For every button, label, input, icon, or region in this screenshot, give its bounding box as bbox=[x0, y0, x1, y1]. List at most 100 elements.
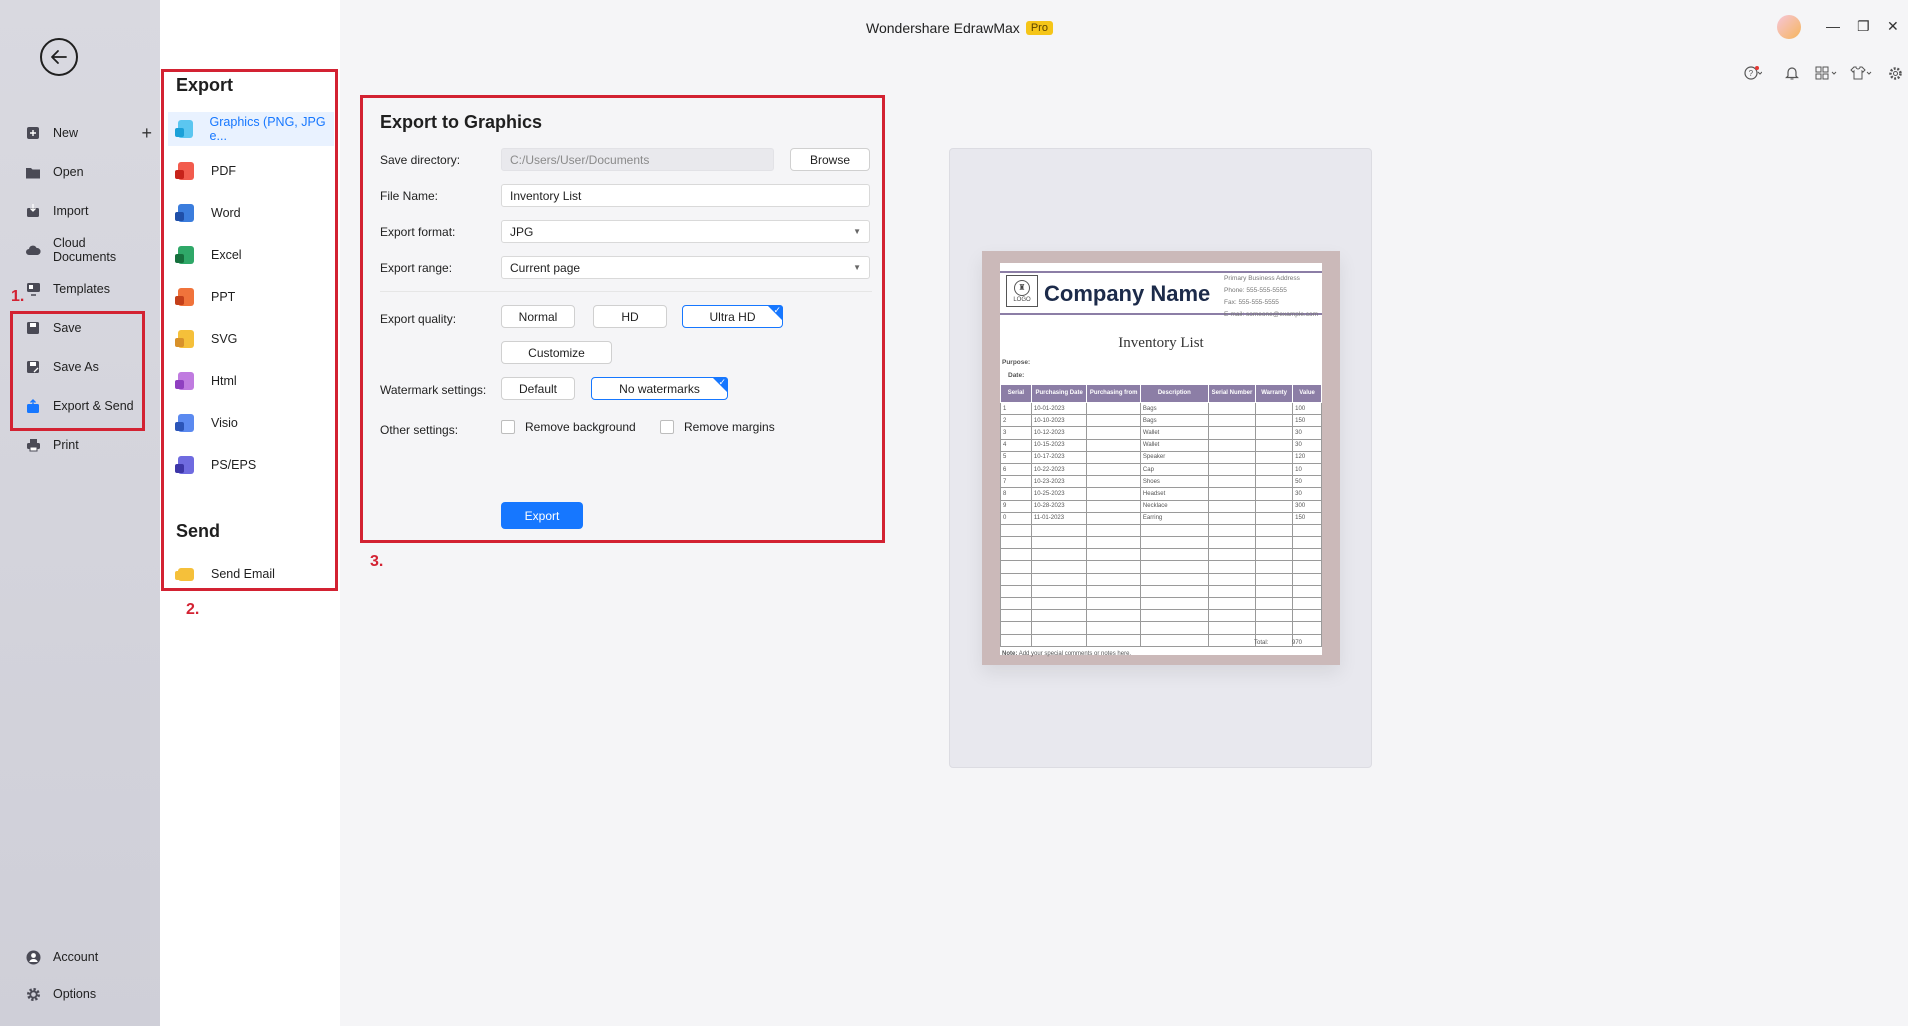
table-cell bbox=[1030, 536, 1088, 550]
table-cell: 10-10-2023 bbox=[1030, 414, 1088, 428]
table-cell bbox=[1086, 609, 1141, 623]
table-cell bbox=[1255, 572, 1294, 586]
table-cell bbox=[1086, 548, 1141, 562]
logo-mark-icon: ♜ bbox=[1014, 279, 1030, 296]
table-header-cell: Purchasing Date bbox=[1030, 384, 1088, 403]
table-cell bbox=[1030, 584, 1088, 599]
table-cell: 10-17-2023 bbox=[1030, 450, 1088, 464]
table-cell: 10 bbox=[1292, 462, 1322, 477]
table-cell bbox=[1139, 633, 1209, 647]
table-cell bbox=[1000, 584, 1032, 599]
table-cell bbox=[1255, 523, 1294, 538]
table-cell: 11-01-2023 bbox=[1030, 511, 1088, 525]
avatar[interactable] bbox=[1777, 15, 1801, 39]
table-cell: 8 bbox=[1000, 487, 1032, 501]
table-cell bbox=[1255, 414, 1294, 428]
table-cell bbox=[1207, 499, 1257, 513]
close-icon[interactable]: ✕ bbox=[1887, 18, 1899, 35]
table-cell bbox=[1086, 523, 1141, 538]
table-cell bbox=[1086, 584, 1141, 599]
nav-item-label: Import bbox=[53, 204, 89, 218]
table-cell bbox=[1086, 596, 1141, 611]
cloud-icon bbox=[24, 241, 42, 259]
nav-item-new[interactable]: New + bbox=[24, 120, 152, 146]
help-icon[interactable]: ? bbox=[1743, 64, 1763, 82]
new-plus-icon[interactable]: + bbox=[141, 123, 152, 144]
table-cell bbox=[1000, 572, 1032, 586]
table-cell bbox=[1207, 536, 1257, 550]
table-cell: 150 bbox=[1292, 414, 1322, 428]
table-cell bbox=[1292, 572, 1322, 586]
table-cell bbox=[1030, 548, 1088, 562]
check-icon: ✓ bbox=[718, 377, 726, 387]
table-cell bbox=[1030, 596, 1088, 611]
table-cell bbox=[1255, 499, 1294, 513]
preview-page: ♜ LOGO Company Name Primary Business Add… bbox=[982, 251, 1340, 665]
table-cell bbox=[1255, 584, 1294, 599]
settings-icon[interactable] bbox=[1885, 64, 1905, 82]
table-cell: 0 bbox=[1000, 511, 1032, 525]
table-cell bbox=[1207, 487, 1257, 501]
table-cell bbox=[1255, 487, 1294, 501]
table-header-cell: Purchasing from bbox=[1086, 384, 1141, 403]
table-cell bbox=[1086, 572, 1141, 586]
table-cell bbox=[1255, 609, 1294, 623]
annotation-number-2: 2. bbox=[186, 601, 200, 618]
table-cell: 10-23-2023 bbox=[1030, 475, 1088, 489]
annotation-box-1 bbox=[10, 311, 145, 431]
nav-item-label: Open bbox=[53, 165, 84, 179]
nav-item-account[interactable]: Account bbox=[24, 944, 152, 970]
apps-grid-icon[interactable] bbox=[1814, 64, 1840, 82]
shirt-icon[interactable] bbox=[1849, 64, 1875, 82]
nav-item-templates[interactable]: Templates bbox=[24, 276, 152, 302]
restore-icon[interactable]: ❐ bbox=[1857, 18, 1870, 35]
gear-icon bbox=[24, 985, 42, 1003]
table-row-empty bbox=[1000, 596, 1322, 611]
table-cell bbox=[1207, 572, 1257, 586]
table-cell bbox=[1292, 560, 1322, 574]
table-cell bbox=[1000, 560, 1032, 574]
nav-item-options[interactable]: Options bbox=[24, 981, 152, 1007]
left-navigation: New + Open Import Cloud Documents Templa… bbox=[0, 0, 160, 1026]
table-cell: 9 bbox=[1000, 499, 1032, 513]
check-icon: ✓ bbox=[773, 305, 781, 315]
table-row: 1 10-01-2023 Bags 100 bbox=[1000, 401, 1322, 416]
annotation-number-3: 3. bbox=[370, 553, 384, 570]
table-cell: Headset bbox=[1139, 487, 1209, 501]
inventory-document: ♜ LOGO Company Name Primary Business Add… bbox=[1000, 263, 1322, 657]
nav-item-label: Options bbox=[53, 987, 97, 1001]
table-cell bbox=[1086, 560, 1141, 574]
table-cell bbox=[1255, 426, 1294, 440]
table-cell bbox=[1030, 572, 1088, 586]
bell-icon[interactable] bbox=[1782, 64, 1802, 82]
table-cell bbox=[1207, 621, 1257, 635]
table-cell: 150 bbox=[1292, 511, 1322, 525]
table-cell bbox=[1292, 596, 1322, 611]
back-button[interactable] bbox=[40, 38, 78, 76]
table-cell: Necklace bbox=[1139, 499, 1209, 513]
table-cell bbox=[1255, 462, 1294, 477]
document-title: Inventory List bbox=[1118, 335, 1204, 351]
nav-item-import[interactable]: Import bbox=[24, 198, 152, 224]
table-cell bbox=[1292, 621, 1322, 635]
table-cell bbox=[1207, 511, 1257, 525]
svg-text:?: ? bbox=[1749, 69, 1754, 78]
nav-item-print[interactable]: Print bbox=[24, 432, 152, 458]
logo-text: LOGO bbox=[1013, 296, 1031, 303]
table-cell bbox=[1255, 401, 1294, 416]
table-cell bbox=[1086, 487, 1141, 501]
table-cell: 30 bbox=[1292, 438, 1322, 452]
table-cell bbox=[1139, 596, 1209, 611]
minimize-icon[interactable]: — bbox=[1826, 18, 1840, 34]
table-cell: 2 bbox=[1000, 414, 1032, 428]
table-cell bbox=[1030, 621, 1088, 635]
table-cell bbox=[1000, 548, 1032, 562]
account-icon bbox=[24, 948, 42, 966]
nav-item-cloud-documents[interactable]: Cloud Documents bbox=[24, 236, 152, 264]
folder-icon bbox=[24, 163, 42, 181]
nav-item-open[interactable]: Open bbox=[24, 159, 152, 185]
table-cell: 30 bbox=[1292, 487, 1322, 501]
table-cell bbox=[1086, 438, 1141, 452]
table-header-cell: Description bbox=[1139, 384, 1209, 403]
table-cell bbox=[1139, 548, 1209, 562]
